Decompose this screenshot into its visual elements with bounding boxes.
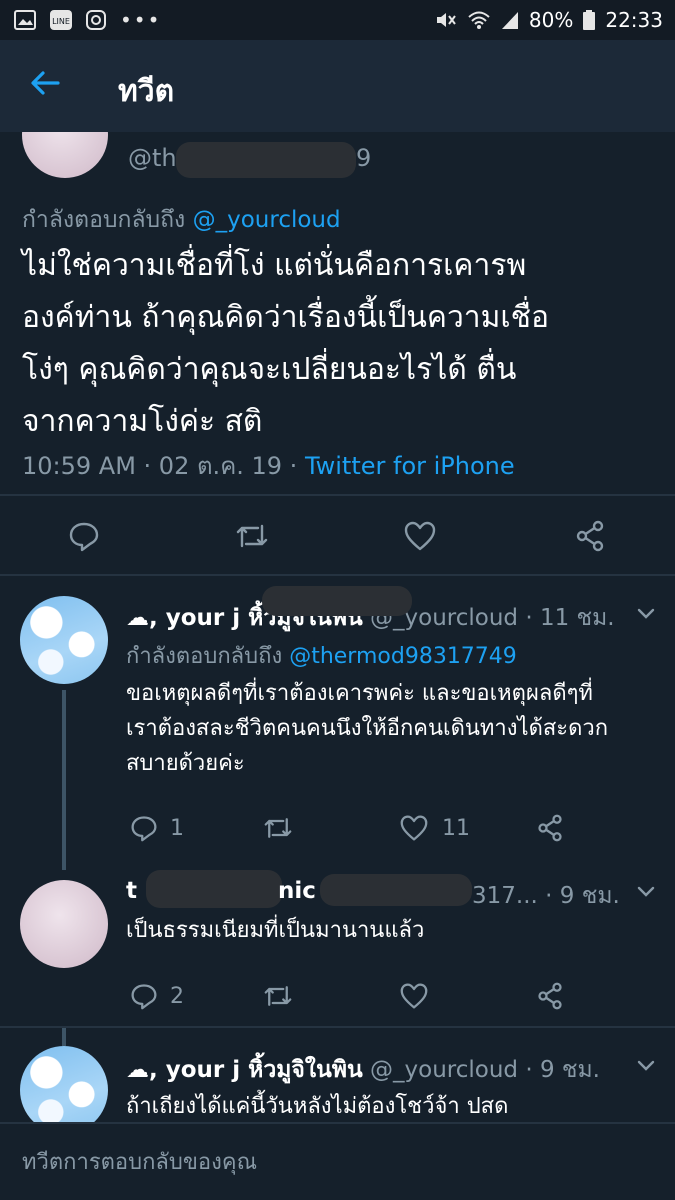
app-bar: ทวีต	[0, 40, 675, 132]
reply-button[interactable]	[124, 976, 164, 1016]
share-button[interactable]	[530, 808, 570, 848]
reply-icon	[69, 522, 99, 552]
tweet-source[interactable]: Twitter for iPhone	[305, 452, 515, 480]
chevron-down-icon[interactable]	[636, 1056, 656, 1076]
share-button[interactable]	[530, 976, 570, 1016]
reply-count: 2	[170, 984, 184, 1009]
image-icon	[14, 10, 36, 30]
like-count: 11	[442, 816, 470, 841]
tweet-timestamp: 10:59 AM · 02 ต.ค. 19 ·	[22, 452, 298, 480]
redaction	[320, 874, 472, 906]
handle[interactable]: @_yourcloud · 9 ชม.	[370, 1057, 600, 1083]
retweet-button[interactable]	[258, 808, 298, 848]
main-tweet-handle-end: 9	[356, 144, 372, 172]
thread-line	[62, 1028, 66, 1046]
redaction	[176, 142, 356, 178]
more-icon: •••	[120, 8, 162, 32]
share-button[interactable]	[570, 516, 610, 556]
reply-count: 1	[170, 816, 184, 841]
reply-text: ถ้าเถียงได้แค่นี้วันหลังไม่ต้องโชว์จ้า ป…	[126, 1094, 509, 1119]
like-icon	[400, 815, 428, 841]
redaction	[262, 586, 412, 616]
chevron-down-icon[interactable]	[636, 882, 656, 902]
reply-text: เป็นธรรมเนียมที่เป็นมานานแล้ว	[126, 918, 425, 943]
divider	[0, 574, 675, 576]
mute-icon	[436, 13, 456, 27]
avatar[interactable]	[20, 596, 108, 684]
replying-to: กำลังตอบกลับถึง @thermod98317749	[126, 638, 517, 673]
retweet-icon	[236, 524, 268, 548]
replying-to-link[interactable]: @_yourcloud	[193, 207, 341, 233]
share-icon	[538, 814, 562, 842]
retweet-button[interactable]	[232, 516, 272, 556]
divider	[0, 1026, 675, 1028]
like-button[interactable]	[400, 516, 440, 556]
back-button[interactable]	[28, 66, 68, 106]
reply-text: ขอเหตุผลดีๆที่เราต้องเคารพค่ะ และขอเหตุผ…	[126, 676, 608, 781]
line-icon: LINE	[50, 10, 72, 30]
battery-percent: 80%	[528, 8, 574, 32]
tweet-line: จากความโง่ค่ะ สติ	[22, 404, 263, 439]
handle[interactable]: 317... · 9 ชม.	[472, 878, 620, 914]
avatar[interactable]	[20, 1046, 108, 1134]
divider	[0, 494, 675, 496]
retweet-icon	[264, 818, 292, 838]
reply-composer	[0, 1122, 675, 1200]
thread-line	[62, 690, 66, 870]
replying-prefix: กำลังตอบกลับถึง	[126, 644, 283, 669]
display-name-end: nic	[278, 878, 316, 904]
tweet-line: เราต้องสละชีวิตคนคนนึงให้อีกคนเดินทางได้…	[126, 716, 609, 741]
main-tweet-handle[interactable]: @th	[128, 144, 177, 172]
like-icon	[404, 521, 436, 551]
retweet-button[interactable]	[258, 976, 298, 1016]
display-name[interactable]: ☁, your j หิ้วมูจิในพิน	[126, 1057, 363, 1083]
instagram-icon	[86, 10, 106, 30]
reply-header: t	[126, 878, 137, 904]
share-icon	[538, 982, 562, 1010]
avatar[interactable]	[20, 880, 108, 968]
chevron-down-icon[interactable]	[636, 604, 656, 624]
status-bar: LINE ••• 80% 22:33	[0, 0, 675, 40]
like-icon	[400, 983, 428, 1009]
svg-text:LINE: LINE	[52, 17, 70, 26]
tweet-line: ขอเหตุผลดีๆที่เราต้องเคารพค่ะ และขอเหตุผ…	[126, 681, 593, 706]
display-name[interactable]: t	[126, 878, 137, 904]
page-title: ทวีต	[118, 74, 175, 109]
battery-icon	[583, 10, 596, 30]
retweet-icon	[264, 986, 292, 1006]
reply-header: ☁, your j หิ้วมูจิในพิน @_yourcloud · 9 …	[126, 1052, 600, 1088]
like-button[interactable]	[394, 808, 434, 848]
wifi-icon	[468, 11, 490, 29]
replying-to: กำลังตอบกลับถึง @_yourcloud	[22, 202, 341, 238]
share-icon	[576, 520, 604, 552]
tweet-line: องค์ท่าน ถ้าคุณคิดว่าเรื่องนี้เป็นความเช…	[22, 300, 550, 335]
tweet-line: สบายด้วยค่ะ	[126, 751, 245, 776]
like-button[interactable]	[394, 976, 434, 1016]
reply-icon	[131, 984, 157, 1010]
clock: 22:33	[605, 8, 663, 32]
reply-button[interactable]	[64, 516, 104, 556]
main-tweet-text: ไม่ใช่ความเชื่อที่โง่ แต่นั่นคือการเคารพ…	[22, 240, 549, 448]
back-arrow-icon	[31, 71, 60, 95]
replying-prefix: กำลังตอบกลับถึง	[22, 207, 186, 233]
reply-input[interactable]	[0, 1124, 675, 1200]
reply-icon	[131, 816, 157, 842]
redaction	[146, 870, 282, 908]
tweet-meta: 10:59 AM · 02 ต.ค. 19 · Twitter for iPho…	[22, 446, 515, 485]
reply-button[interactable]	[124, 808, 164, 848]
tweet-line: โง่ๆ คุณคิดว่าคุณจะเปลี่ยนอะไรได้ ตื่น	[22, 352, 517, 387]
replying-to-link[interactable]: @thermod98317749	[289, 644, 517, 669]
tweet-line: ไม่ใช่ความเชื่อที่โง่ แต่นั่นคือการเคารพ	[22, 248, 527, 283]
signal-icon	[501, 12, 518, 29]
